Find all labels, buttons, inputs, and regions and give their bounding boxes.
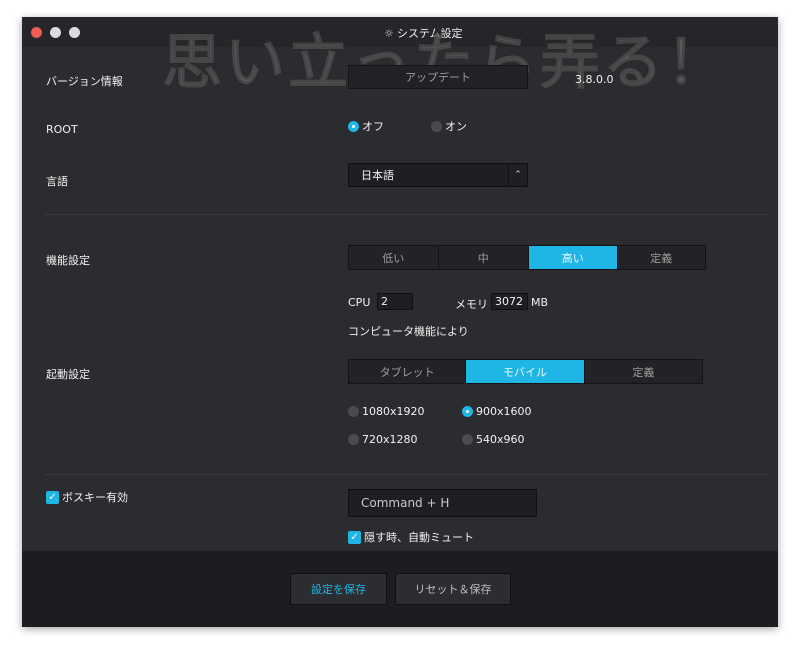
cpu-input[interactable]: 2 [377,293,413,310]
cpu-label: CPU [348,296,371,309]
minimize-window-button[interactable] [50,27,61,38]
checkmark-icon: ✓ [46,490,59,504]
language-label: 言語 [46,175,68,188]
checkmark-icon: ✓ [348,530,361,544]
performance-option-high[interactable]: 高い [529,246,618,269]
resolution-radio-540x960[interactable]: 540x960 [462,433,525,446]
footer-bar: 設定を保存 リセット＆保存 [22,551,778,627]
memory-unit: MB [531,296,549,309]
language-select[interactable]: 日本語 ⌃ [348,163,528,187]
startup-segmented-control: タブレット モバイル 定義 [348,359,703,384]
performance-segmented-control: 低い 中 高い 定義 [348,245,706,270]
resolution-radio-1080x1920[interactable]: 1080x1920 [348,405,425,418]
section-divider [44,214,768,215]
resolution-radio-720x1280[interactable]: 720x1280 [348,433,418,446]
chevron-updown-icon: ⌃ [508,164,527,186]
performance-option-low[interactable]: 低い [349,246,439,269]
root-label: ROOT [46,123,78,136]
boss-key-shortcut-field[interactable]: Command + H [348,489,537,517]
performance-option-custom[interactable]: 定義 [617,246,705,269]
performance-label: 機能設定 [46,254,90,267]
zoom-window-button[interactable] [69,27,80,38]
performance-option-medium[interactable]: 中 [438,246,529,269]
root-on-radio[interactable]: オン [431,118,467,134]
section-divider [44,474,768,475]
memory-label: メモリ [455,298,488,311]
boss-key-checkbox[interactable]: ✓ ボスキー有効 [46,489,128,505]
reset-and-save-button[interactable]: リセット＆保存 [395,573,511,605]
startup-option-mobile[interactable]: モバイル [466,360,585,383]
title-bar: ☼ システム設定 [22,17,778,47]
save-settings-button[interactable]: 設定を保存 [290,573,387,605]
auto-mute-checkbox[interactable]: ✓ 隠す時、自動ミュート [348,529,474,545]
startup-option-tablet[interactable]: タブレット [349,360,467,383]
close-window-button[interactable] [31,27,42,38]
memory-input[interactable]: 3072 [491,293,528,310]
root-off-radio[interactable]: オフ [348,118,384,134]
update-button[interactable]: アップデート [348,65,528,89]
startup-label: 起動設定 [46,368,90,381]
startup-option-custom[interactable]: 定義 [584,360,702,383]
resolution-radio-900x1600[interactable]: 900x1600 [462,405,532,418]
version-label: バージョン情報 [46,75,123,88]
gear-icon: ☼ [384,27,394,40]
window-title: ☼ システム設定 [384,27,463,40]
version-value: 3.8.0.0 [575,73,614,86]
performance-note: コンピュータ機能により [348,325,469,338]
settings-window: ☼ システム設定 思い立ったら弄る！ バージョン情報 アップデート 3.8.0.0… [22,17,778,627]
